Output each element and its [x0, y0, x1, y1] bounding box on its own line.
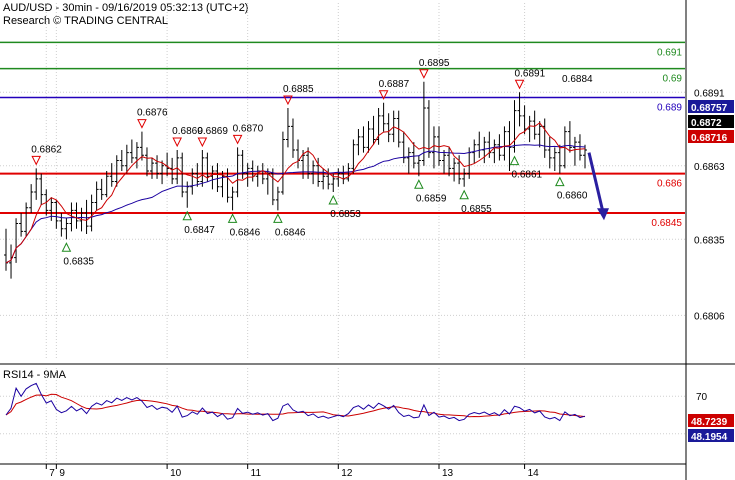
- swing-low-marker: [227, 213, 238, 223]
- price-tick-label: 0.6863: [694, 162, 725, 173]
- level-label: 0.691: [657, 47, 682, 58]
- swing-low-marker: [273, 213, 283, 223]
- swing-high-label: 0.6887: [379, 79, 410, 90]
- swing-low-label: 0.6859: [416, 193, 447, 204]
- time-tick-label: 13: [442, 468, 454, 479]
- swing-low-marker: [328, 194, 339, 205]
- swing-low-label: 0.6846: [230, 227, 261, 238]
- level-label: 0.686: [657, 179, 682, 190]
- chart-canvas: AUD/USD - 30min - 09/16/2019 05:32:13 (U…: [0, 0, 735, 480]
- rsi-tag-label: 48.7239: [691, 417, 728, 428]
- swing-low-marker: [509, 155, 520, 166]
- price-tick-label: 0.6806: [694, 311, 725, 322]
- price-tick-label: 0.6835: [694, 235, 725, 246]
- swing-high-marker: [419, 69, 429, 79]
- swing-low-marker: [459, 189, 469, 200]
- swing-low-label: 0.6861: [512, 170, 543, 181]
- rsi-tag-label: 48.1954: [691, 432, 728, 443]
- forecast-arrow-head: [597, 208, 609, 221]
- time-tick-label: 9: [59, 468, 65, 479]
- time-axis: 7 9 10 11 12 13 14: [45, 464, 540, 479]
- swing-low-label: 0.6847: [184, 225, 215, 236]
- time-tick-label: 7: [49, 468, 55, 479]
- swing-low-label: 0.6835: [63, 256, 94, 267]
- swing-low-label: 0.6853: [330, 209, 361, 220]
- price-tick-label: 0.6891: [694, 88, 725, 99]
- swing-low-marker: [414, 179, 424, 189]
- grid-lines: [0, 0, 735, 480]
- swing-low-marker: [61, 242, 72, 252]
- swing-high-label: 0.6876: [137, 108, 168, 119]
- candle-series: [4, 81, 587, 279]
- price-tag-label: 0.68757: [691, 103, 728, 114]
- swing-low-label: 0.6855: [461, 204, 492, 215]
- level-label: 0.689: [657, 103, 682, 114]
- chart-title: AUD/USD - 30min - 09/16/2019 05:32:13 (U…: [3, 2, 248, 14]
- swing-high-label: 0.6891: [515, 68, 546, 79]
- swing-high-label: 0.6869: [197, 126, 228, 137]
- swing-high-label: 0.6885: [283, 84, 314, 95]
- swing-high-marker: [137, 119, 147, 129]
- swing-high-marker: [232, 134, 243, 145]
- swing-high-marker: [172, 137, 182, 148]
- time-tick-label: 11: [251, 468, 262, 479]
- rsi-panel-title: RSI14 - 9MA: [3, 369, 67, 381]
- swing-high-marker: [514, 79, 525, 90]
- time-tick-label: 10: [170, 468, 182, 479]
- swing-low-marker: [555, 176, 565, 187]
- rsi-panel: 70 48.7239 48.1954: [0, 382, 734, 443]
- swing-low-label: 0.6860: [557, 191, 588, 202]
- swing-high-marker: [31, 155, 42, 166]
- swing-high-label: 0.6895: [419, 58, 450, 69]
- swing-high-marker: [197, 137, 208, 148]
- price-tag-label: 0.68716: [691, 133, 728, 144]
- price-axis: 0.6891 0.6863 0.6835 0.6806 0.68757 0.6872 0.6…: [688, 88, 734, 322]
- forecast-arrow-shaft: [587, 152, 605, 213]
- price-tag-label: 0.6872: [691, 118, 722, 129]
- rsi-line: [5, 382, 586, 422]
- rsi-tick-label: 70: [696, 392, 708, 403]
- level-label: 0.69: [663, 74, 683, 85]
- time-tick-label: 14: [528, 468, 540, 479]
- swing-high-label: 0.6862: [31, 144, 62, 155]
- swing-markers: 0.68620.68760.68690.6869 0.68700.6885 0.68…: [31, 58, 588, 268]
- time-tick-label: 12: [341, 468, 353, 479]
- forecast-target-label: 0.6884: [562, 74, 593, 85]
- swing-low-label: 0.6846: [275, 227, 306, 238]
- level-label: 0.6845: [651, 218, 682, 229]
- chart-subtitle: Research © TRADING CENTRAL: [3, 15, 168, 27]
- swing-high-label: 0.6870: [233, 123, 264, 134]
- ma-fast-line: [5, 122, 586, 264]
